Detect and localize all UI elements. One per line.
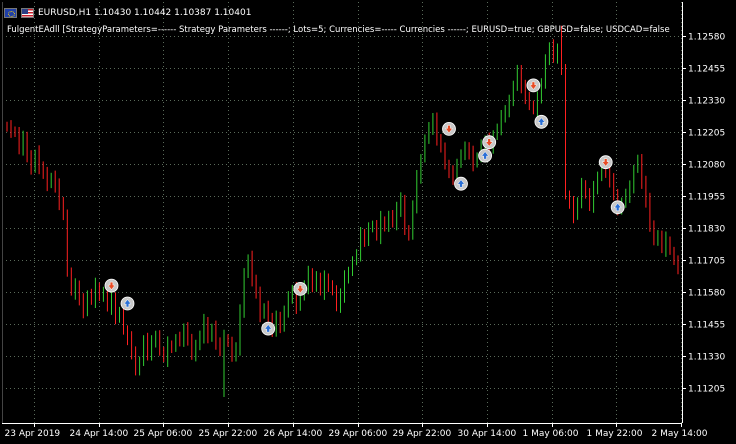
sell-marker-icon (598, 155, 613, 170)
expert-advisor-label: FulgentEAdll [StrategyParameters=------ … (7, 25, 670, 35)
buy-marker-icon (478, 148, 493, 163)
y-tick-label: 1.11455 (688, 321, 725, 331)
x-tick-label: 30 Apr 14:00 (458, 429, 517, 439)
x-tick-label: 1 May 22:00 (587, 429, 643, 439)
y-tick-label: 1.11830 (688, 225, 725, 235)
x-tick-label: 29 Apr 22:00 (393, 429, 452, 439)
x-tick-label: 24 Apr 14:00 (70, 429, 129, 439)
buy-marker-icon (454, 176, 468, 191)
x-tick-label: 26 Apr 14:00 (264, 429, 323, 439)
buy-marker-icon (120, 296, 135, 311)
price-chart[interactable]: 1.12580 1.12455 1.12330 1.12205 1.12080 1.119… (0, 0, 736, 444)
y-tick-label: 1.11955 (688, 193, 725, 203)
y-tick-label: 1.11580 (688, 289, 725, 299)
sell-marker-icon (526, 78, 541, 93)
x-tick-label: 2 May 14:00 (652, 429, 708, 439)
y-tick-label: 1.12580 (688, 33, 725, 43)
x-tick-label: 25 Apr 06:00 (134, 429, 193, 439)
chart-window[interactable]: 1.12580 1.12455 1.12330 1.12205 1.12080 1.119… (0, 0, 736, 444)
x-tick-label: 29 Apr 06:00 (329, 429, 388, 439)
y-tick-label: 1.12455 (688, 65, 725, 75)
y-tick-label: 1.12330 (688, 97, 725, 107)
y-tick-label: 1.12080 (688, 161, 725, 171)
sell-marker-icon (104, 278, 119, 293)
symbol-info: EURUSD,H1 1.10430 1.10442 1.10387 1.1040… (38, 8, 252, 18)
x-tick-label: 1 May 06:00 (523, 429, 579, 439)
buy-marker-icon (534, 114, 549, 129)
buy-marker-icon (610, 200, 625, 215)
y-tick-label: 1.11705 (688, 257, 725, 267)
usd-flag-icon (21, 8, 34, 18)
eur-flag-icon (4, 8, 17, 18)
x-tick-label: 23 Apr 2019 (5, 429, 61, 439)
chart-header: EURUSD,H1 1.10430 1.10442 1.10387 1.1040… (4, 6, 251, 20)
x-tick-label: 25 Apr 22:00 (199, 429, 258, 439)
sell-marker-icon (293, 281, 308, 296)
y-tick-label: 1.12205 (688, 129, 725, 139)
y-tick-label: 1.11205 (688, 385, 725, 395)
sell-marker-icon (482, 135, 497, 150)
buy-marker-icon (261, 321, 276, 336)
sell-marker-icon (442, 121, 456, 136)
y-tick-label: 1.11330 (688, 353, 725, 363)
